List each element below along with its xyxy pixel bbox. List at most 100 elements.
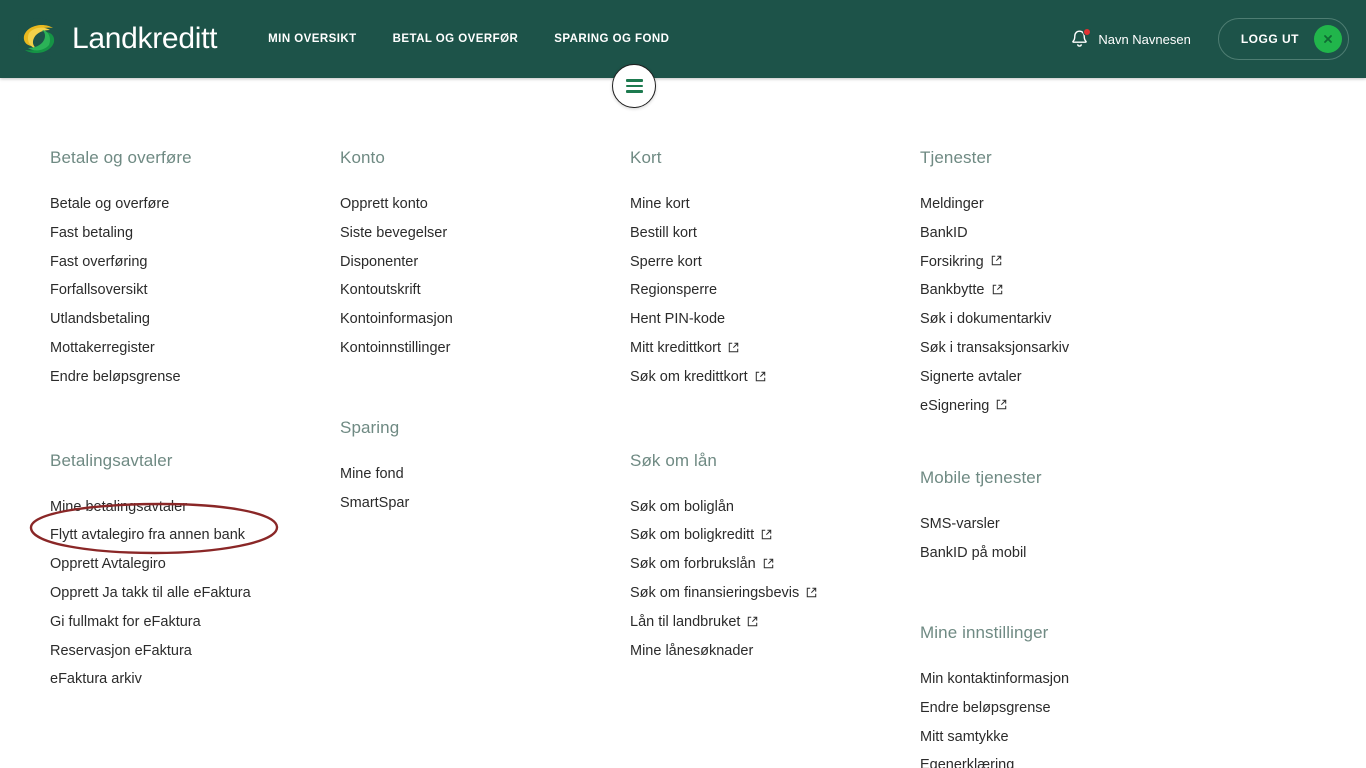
menu-item-utlandsbetaling[interactable]: Utlandsbetaling xyxy=(50,312,340,327)
close-x-icon xyxy=(1314,25,1342,53)
group-betalingsavtaler: Betalingsavtaler Mine betalingsavtaler F… xyxy=(50,451,340,687)
menu-item-mitt-samtykke[interactable]: Mitt samtykke xyxy=(920,730,1220,745)
menu-item-mine-kort[interactable]: Mine kort xyxy=(630,197,920,212)
external-link-icon xyxy=(728,342,739,353)
mega-menu-panel: Betale og overføre Betale og overføre Fa… xyxy=(0,78,1366,768)
menu-item-sok-om-forbrukslan[interactable]: Søk om forbrukslån xyxy=(630,557,920,572)
group-title: Sparing xyxy=(340,417,400,437)
primary-nav: MIN OVERSIKT BETAL OG OVERFØR SPARING OG… xyxy=(250,25,687,53)
menu-item-sok-i-transaksjonsarkiv[interactable]: Søk i transaksjonsarkiv xyxy=(920,341,1220,356)
group-title: Kort xyxy=(630,148,662,167)
menu-item-label: Bankbytte xyxy=(920,282,985,299)
menu-item-label: Søk i dokumentarkiv xyxy=(920,311,1052,328)
external-link-icon xyxy=(992,284,1003,295)
nav-min-oversikt[interactable]: MIN OVERSIKT xyxy=(250,25,374,53)
menu-item-regionsperre[interactable]: Regionsperre xyxy=(630,283,920,298)
menu-item-forsikring[interactable]: Forsikring xyxy=(920,255,1220,270)
brand-logo-link[interactable]: Landkreditt xyxy=(17,17,217,61)
menu-item-kontoinformasjon[interactable]: Kontoinformasjon xyxy=(340,312,630,327)
external-link-icon xyxy=(996,399,1007,410)
menu-item-label: Søk om boligkreditt xyxy=(630,527,755,544)
menu-item-lan-til-landbruket[interactable]: Lån til landbruket xyxy=(630,615,920,630)
menu-item-kontoinnstillinger[interactable]: Kontoinnstillinger xyxy=(340,341,630,356)
menu-item-fast-betaling[interactable]: Fast betaling xyxy=(50,226,340,241)
menu-item-endre-belopsgrense[interactable]: Endre beløpsgrense xyxy=(50,370,340,385)
column-tjenester: Tjenester Meldinger BankID Forsikring Ba… xyxy=(920,148,1220,768)
menu-item-flytt-avtalegiro-fra-annen-bank[interactable]: Flytt avtalegiro fra annen bank xyxy=(50,528,340,543)
menu-item-label: Endre beløpsgrense xyxy=(50,368,181,385)
hamburger-menu-toggle[interactable] xyxy=(612,64,656,108)
menu-item-label: Opprett Ja takk til alle eFaktura xyxy=(50,584,251,601)
notification-bell-icon[interactable] xyxy=(1070,28,1092,49)
menu-item-label: Flytt avtalegiro fra annen bank xyxy=(50,527,246,544)
group-betale-og-overfore: Betale og overføre Betale og overføre Fa… xyxy=(50,148,340,384)
menu-item-mine-lanesoknader[interactable]: Mine lånesøknader xyxy=(630,644,920,659)
menu-item-bankbytte[interactable]: Bankbytte xyxy=(920,283,1220,298)
menu-item-sok-om-finansieringsbevis[interactable]: Søk om finansieringsbevis xyxy=(630,586,920,601)
menu-item-forfallsoversikt[interactable]: Forfallsoversikt xyxy=(50,283,340,298)
menu-item-mine-betalingsavtaler[interactable]: Mine betalingsavtaler xyxy=(50,500,340,515)
user-account-link[interactable]: Navn Navnesen xyxy=(1070,28,1191,49)
nav-sparing-og-fond[interactable]: SPARING OG FOND xyxy=(536,25,687,53)
menu-item-efaktura-arkiv[interactable]: eFaktura arkiv xyxy=(50,672,340,687)
menu-item-sok-om-boligkreditt[interactable]: Søk om boligkreditt xyxy=(630,528,920,543)
menu-item-mitt-kredittkort[interactable]: Mitt kredittkort xyxy=(630,341,920,356)
menu-item-label: Mine kort xyxy=(630,196,690,212)
menu-item-label: Søk om boliglån xyxy=(630,498,734,515)
menu-item-opprett-ja-takk-til-alle-efaktura[interactable]: Opprett Ja takk til alle eFaktura xyxy=(50,586,340,601)
menu-item-sok-i-dokumentarkiv[interactable]: Søk i dokumentarkiv xyxy=(920,312,1220,327)
menu-item-fast-overforing[interactable]: Fast overføring xyxy=(50,255,340,270)
menu-item-label: Søk i transaksjonsarkiv xyxy=(920,339,1070,356)
menu-item-gi-fullmakt-for-efaktura[interactable]: Gi fullmakt for eFaktura xyxy=(50,615,340,630)
menu-item-signerte-avtaler[interactable]: Signerte avtaler xyxy=(920,370,1220,385)
menu-item-opprett-avtalegiro[interactable]: Opprett Avtalegiro xyxy=(50,557,340,572)
menu-item-smartspar[interactable]: SmartSpar xyxy=(340,496,630,511)
hamburger-line-3 xyxy=(625,90,643,93)
menu-item-mottakerregister[interactable]: Mottakerregister xyxy=(50,341,340,356)
menu-item-label: Mitt samtykke xyxy=(920,728,1009,745)
group-title: Mobile tjenester xyxy=(920,468,1042,488)
menu-item-sms-varsler[interactable]: SMS-varsler xyxy=(920,517,1220,532)
menu-item-siste-bevegelser[interactable]: Siste bevegelser xyxy=(340,226,630,241)
menu-item-label: BankID på mobil xyxy=(920,545,1027,562)
group-title: Søk om lån xyxy=(630,450,717,470)
group-mine-innstillinger: Mine innstillinger Min kontaktinformasjo… xyxy=(920,623,1220,768)
menu-item-reservasjon-efaktura[interactable]: Reservasjon eFaktura xyxy=(50,644,340,659)
menu-item-label: Kontoutskrift xyxy=(340,282,421,299)
menu-item-mine-fond[interactable]: Mine fond xyxy=(340,467,630,482)
menu-item-min-kontaktinformasjon[interactable]: Min kontaktinformasjon xyxy=(920,672,1220,687)
group-konto: Konto Opprett konto Siste bevegelser Dis… xyxy=(340,148,630,355)
menu-item-sok-om-kredittkort[interactable]: Søk om kredittkort xyxy=(630,370,920,385)
header-right-cluster: Navn Navnesen LOGG UT xyxy=(1070,18,1349,60)
group-title: Betalingsavtaler xyxy=(50,450,173,470)
menu-item-label: Signerte avtaler xyxy=(920,368,1022,385)
menu-item-sperre-kort[interactable]: Sperre kort xyxy=(630,255,920,270)
nav-betal-og-overfor[interactable]: BETAL OG OVERFØR xyxy=(375,25,537,53)
menu-item-esignering[interactable]: eSignering xyxy=(920,399,1220,414)
menu-item-hent-pin-kode[interactable]: Hent PIN-kode xyxy=(630,312,920,327)
menu-item-bankid-pa-mobil[interactable]: BankID på mobil xyxy=(920,546,1220,561)
menu-item-label: Mine lånesøknader xyxy=(630,642,754,659)
external-link-icon xyxy=(755,371,766,382)
menu-item-meldinger[interactable]: Meldinger xyxy=(920,197,1220,212)
logout-button[interactable]: LOGG UT xyxy=(1217,18,1349,60)
menu-item-kontoutskrift[interactable]: Kontoutskrift xyxy=(340,283,630,298)
menu-item-bankid[interactable]: BankID xyxy=(920,226,1220,241)
menu-item-endre-belopsgrense-settings[interactable]: Endre beløpsgrense xyxy=(920,701,1220,716)
menu-item-label: Mitt kredittkort xyxy=(630,339,722,356)
menu-item-label: Reservasjon eFaktura xyxy=(50,642,192,659)
menu-item-sok-om-boliglan[interactable]: Søk om boliglån xyxy=(630,500,920,515)
menu-item-egenerklaering[interactable]: Egenerklæring xyxy=(920,758,1220,768)
menu-item-opprett-konto[interactable]: Opprett konto xyxy=(340,197,630,212)
group-title: Mine innstillinger xyxy=(920,622,1049,642)
menu-item-disponenter[interactable]: Disponenter xyxy=(340,255,630,270)
menu-item-betale-og-overfore[interactable]: Betale og overføre xyxy=(50,197,340,212)
menu-item-label: Min kontaktinformasjon xyxy=(920,670,1070,687)
menu-item-bestill-kort[interactable]: Bestill kort xyxy=(630,226,920,241)
site-header: Landkreditt MIN OVERSIKT BETAL OG OVERFØ… xyxy=(0,0,1366,78)
